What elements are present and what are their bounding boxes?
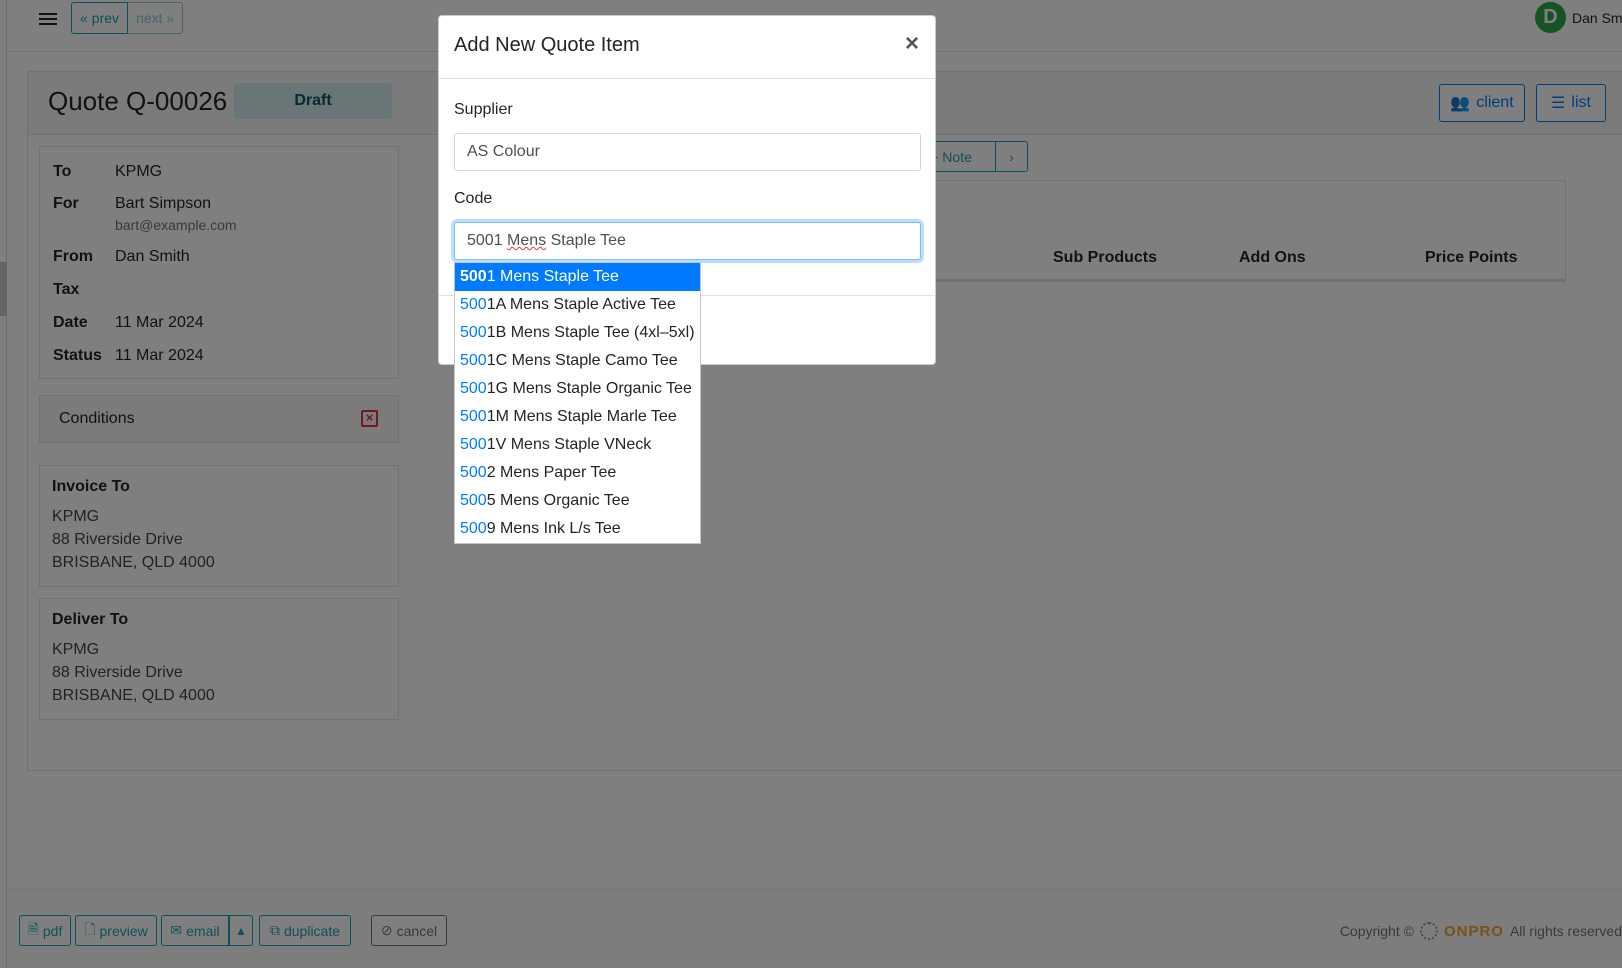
modal-header: Add New Quote Item × xyxy=(439,16,935,79)
supplier-label: Supplier xyxy=(454,101,513,118)
autocomplete-item[interactable]: 500 1M Mens Staple Marle Tee xyxy=(455,403,700,431)
autocomplete-item[interactable]: 500 1 Mens Staple Tee xyxy=(455,263,700,291)
autocomplete-item[interactable]: 500 1G Mens Staple Organic Tee xyxy=(455,375,700,403)
autocomplete-item[interactable]: 500 1V Mens Staple VNeck xyxy=(455,431,700,459)
code-input[interactable]: 5001 Mens Staple Tee xyxy=(454,222,921,260)
modal-title: Add New Quote Item xyxy=(454,34,640,56)
autocomplete-item[interactable]: 500 5 Mens Organic Tee xyxy=(455,487,700,515)
close-icon[interactable]: × xyxy=(905,30,919,58)
autocomplete-item[interactable]: 500 9 Mens Ink L/s Tee xyxy=(455,515,700,543)
autocomplete-item[interactable]: 500 2 Mens Paper Tee xyxy=(455,459,700,487)
autocomplete-item[interactable]: 500 1B Mens Staple Tee (4xl–5xl) xyxy=(455,319,700,347)
autocomplete-item[interactable]: 500 1C Mens Staple Camo Tee xyxy=(455,347,700,375)
code-autocomplete-list: 500 1 Mens Staple Tee 500 1A Mens Staple A… xyxy=(454,262,701,544)
supplier-field[interactable]: AS Colour xyxy=(454,133,921,171)
autocomplete-item[interactable]: 500 1A Mens Staple Active Tee xyxy=(455,291,700,319)
code-label: Code xyxy=(454,190,493,207)
